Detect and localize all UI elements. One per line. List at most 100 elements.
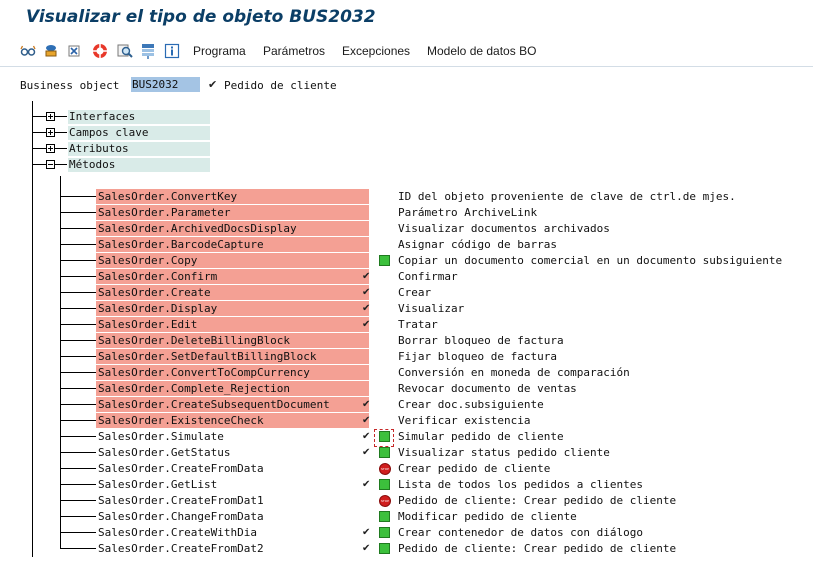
tree-folder-interfaces[interactable]: Interfaces xyxy=(68,110,210,124)
check-icon xyxy=(362,365,372,380)
tree-branch-line xyxy=(54,116,67,117)
application-toolbar: Programa Parámetros Excepciones Modelo d… xyxy=(0,36,813,67)
method-name[interactable]: SalesOrder.Parameter xyxy=(96,205,369,220)
method-name[interactable]: SalesOrder.CreateFromData xyxy=(96,461,369,476)
stop-icon xyxy=(379,463,391,475)
method-name[interactable]: SalesOrder.ExistenceCheck xyxy=(96,413,369,428)
method-description: Visualizar status pedido cliente xyxy=(398,446,610,459)
check-icon xyxy=(362,509,372,524)
collapse-icon[interactable] xyxy=(46,160,55,169)
method-description: Pedido de cliente: Crear pedido de clien… xyxy=(398,494,677,507)
info-icon[interactable] xyxy=(164,43,180,59)
method-name[interactable]: SalesOrder.Complete_Rejection xyxy=(96,381,369,396)
menu-modelo-de-datos-bo[interactable]: Modelo de datos BO xyxy=(427,44,536,58)
menu-programa[interactable]: Programa xyxy=(193,44,246,58)
method-description: Revocar documento de ventas xyxy=(398,382,577,395)
expand-icon[interactable] xyxy=(46,112,55,121)
tree-branch-line xyxy=(60,548,96,549)
method-description: Fijar bloqueo de factura xyxy=(398,350,557,363)
delete-icon[interactable] xyxy=(66,43,82,59)
method-name[interactable]: SalesOrder.Create xyxy=(96,285,369,300)
check-icon: ✔ xyxy=(362,287,371,298)
tree-branch-line xyxy=(60,228,96,229)
method-name[interactable]: SalesOrder.GetList xyxy=(96,477,369,492)
method-name[interactable]: SalesOrder.CreateFromDat2 xyxy=(96,541,369,556)
method-name[interactable]: SalesOrder.ChangeFromData xyxy=(96,509,369,524)
green-status-icon xyxy=(379,527,390,538)
tree-branch-line xyxy=(60,276,96,277)
check-icon xyxy=(362,381,372,396)
check-icon xyxy=(362,493,372,508)
business-object-field[interactable]: BUS2032 xyxy=(131,77,200,92)
tree-branch-line xyxy=(54,164,67,165)
search-icon[interactable] xyxy=(117,43,133,59)
methods-branch-line xyxy=(60,176,61,549)
green-status-icon xyxy=(379,543,390,554)
method-description: Crear pedido de cliente xyxy=(398,462,551,475)
tree-branch-line xyxy=(32,148,46,149)
green-status-icon xyxy=(379,447,390,458)
method-name[interactable]: SalesOrder.SetDefaultBillingBlock xyxy=(96,349,369,364)
method-name[interactable]: SalesOrder.ArchivedDocsDisplay xyxy=(96,221,369,236)
tree-branch-line xyxy=(60,532,96,533)
tree-branch-line xyxy=(60,196,96,197)
method-description: Copiar un documento comercial en un docu… xyxy=(398,254,783,267)
method-description: Verificar existencia xyxy=(398,414,531,427)
check-icon: ✔ xyxy=(208,78,218,91)
tree-branch-line xyxy=(54,148,67,149)
method-name[interactable]: SalesOrder.Copy xyxy=(96,253,369,268)
method-description: Tratar xyxy=(398,318,438,331)
method-description: Parámetro ArchiveLink xyxy=(398,206,538,219)
tree-folder-metodos[interactable]: Métodos xyxy=(68,158,210,172)
glasses-icon[interactable] xyxy=(20,43,36,59)
tree-branch-line xyxy=(60,484,96,485)
expand-icon[interactable] xyxy=(46,128,55,137)
tree-branch-line xyxy=(60,404,96,405)
tree-folder-campos-clave[interactable]: Campos clave xyxy=(68,126,210,140)
method-name[interactable]: SalesOrder.GetStatus xyxy=(96,445,369,460)
check-icon: ✔ xyxy=(362,415,371,426)
method-name[interactable]: SalesOrder.DeleteBillingBlock xyxy=(96,333,369,348)
tree-branch-line xyxy=(54,132,67,133)
method-name[interactable]: SalesOrder.CreateWithDia xyxy=(96,525,369,540)
green-status-icon xyxy=(379,479,390,490)
check-icon: ✔ xyxy=(362,447,371,458)
green-status-icon xyxy=(379,255,390,266)
check-icon xyxy=(362,461,372,476)
tree-branch-line xyxy=(60,212,96,213)
green-status-icon xyxy=(379,511,390,522)
method-name[interactable]: SalesOrder.Simulate xyxy=(96,429,369,444)
method-description: Confirmar xyxy=(398,270,458,283)
display-icon[interactable] xyxy=(43,43,59,59)
method-name[interactable]: SalesOrder.Confirm xyxy=(96,269,369,284)
method-name[interactable]: SalesOrder.Display xyxy=(96,301,369,316)
method-description: Simular pedido de cliente xyxy=(398,430,564,443)
tree-folder-atributos[interactable]: Atributos xyxy=(68,142,210,156)
check-icon: ✔ xyxy=(362,479,371,490)
tree-branch-line xyxy=(32,132,46,133)
method-name[interactable]: SalesOrder.ConvertToCompCurrency xyxy=(96,365,369,380)
tree-branch-line xyxy=(60,500,96,501)
stop-icon xyxy=(379,495,391,507)
menu-parametros[interactable]: Parámetros xyxy=(263,44,325,58)
method-name[interactable]: SalesOrder.CreateFromDat1 xyxy=(96,493,369,508)
method-name[interactable]: SalesOrder.Edit xyxy=(96,317,369,332)
business-object-label: Business object xyxy=(20,79,120,92)
check-icon: ✔ xyxy=(362,303,371,314)
stop-circle-icon[interactable] xyxy=(92,43,108,59)
tree-branch-line xyxy=(60,516,96,517)
check-icon xyxy=(362,221,372,236)
method-name[interactable]: SalesOrder.BarcodeCapture xyxy=(96,237,369,252)
method-name[interactable]: SalesOrder.ConvertKey xyxy=(96,189,369,204)
expand-icon[interactable] xyxy=(46,144,55,153)
check-icon xyxy=(362,205,372,220)
menu-excepciones[interactable]: Excepciones xyxy=(342,44,410,58)
method-description: Visualizar xyxy=(398,302,465,315)
structure-icon[interactable] xyxy=(140,43,156,59)
check-icon xyxy=(362,189,372,204)
business-object-description: Pedido de cliente xyxy=(224,79,337,92)
method-name[interactable]: SalesOrder.CreateSubsequentDocument xyxy=(96,397,369,412)
method-description: Conversión en moneda de comparación xyxy=(398,366,630,379)
check-icon xyxy=(362,349,372,364)
tree-branch-line xyxy=(60,260,96,261)
